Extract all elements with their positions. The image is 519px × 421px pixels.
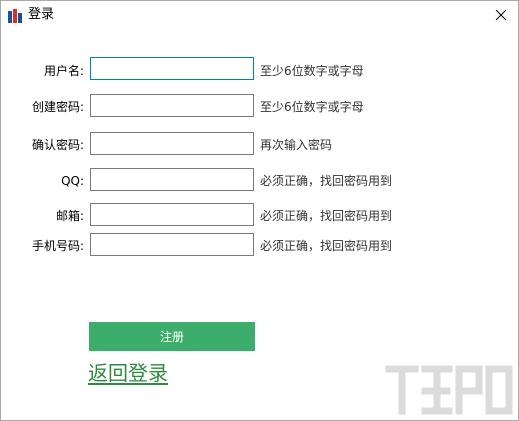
email-label: 邮箱: — [55, 209, 84, 223]
app-logo-icon — [7, 8, 23, 24]
username-input[interactable] — [90, 57, 254, 80]
email-hint: 必须正确，找回密码用到 — [260, 209, 393, 223]
confirm-password-label: 确认密码: — [31, 138, 84, 152]
phone-input[interactable] — [90, 233, 254, 256]
create-password-hint: 至少6位数字或字母 — [260, 100, 364, 114]
phone-label: 手机号码: — [31, 239, 84, 253]
register-button[interactable]: 注册 — [89, 322, 255, 351]
email-input[interactable] — [90, 203, 254, 226]
qq-input[interactable] — [90, 168, 254, 191]
username-label: 用户名: — [43, 64, 84, 78]
back-to-login-link[interactable]: 返回登录 — [88, 360, 168, 386]
qq-hint: 必须正确，找回密码用到 — [260, 174, 393, 188]
confirm-password-hint: 再次输入密码 — [260, 138, 333, 152]
watermark-logo-icon — [385, 365, 513, 415]
close-icon — [495, 6, 507, 25]
phone-hint: 必须正确，找回密码用到 — [260, 239, 393, 253]
create-password-input[interactable] — [90, 94, 254, 117]
username-hint: 至少6位数字或字母 — [260, 64, 364, 78]
confirm-password-input[interactable] — [90, 132, 254, 155]
close-button[interactable] — [484, 1, 518, 29]
create-password-label: 创建密码: — [31, 100, 84, 114]
register-window: 登录 用户名: 至少6位数字或字母 创建密码: 至少6位数字或字母 确认密码: … — [0, 0, 519, 421]
title-bar: 登录 — [1, 1, 518, 31]
qq-label: QQ: — [61, 174, 84, 188]
window-title: 登录 — [28, 7, 55, 22]
